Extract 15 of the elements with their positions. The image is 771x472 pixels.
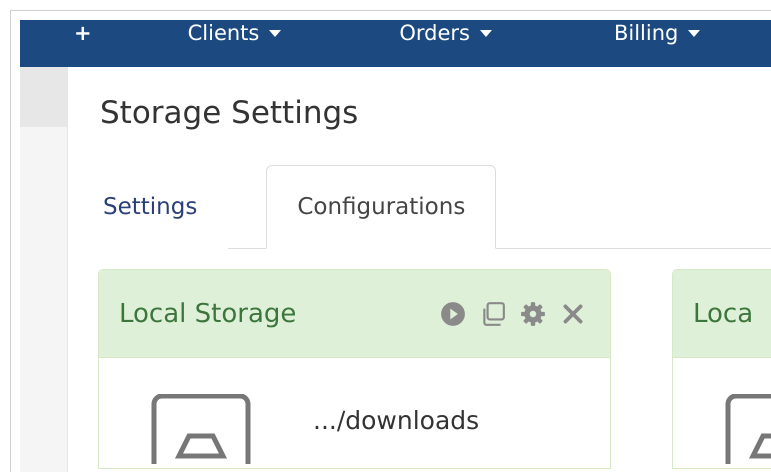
card-title: Local Storage <box>119 298 296 328</box>
add-menu[interactable]: + <box>74 20 92 46</box>
settings-icon[interactable] <box>520 300 546 326</box>
caret-icon <box>688 30 700 36</box>
play-icon[interactable] <box>440 300 466 326</box>
nav-menu[interactable]: Clients <box>188 20 282 46</box>
caret-icon <box>480 30 492 36</box>
tab[interactable]: Configurations <box>266 165 496 249</box>
page-title: Storage Settings <box>100 95 360 131</box>
drive-icon <box>151 394 251 464</box>
caret-icon <box>269 30 282 36</box>
nav-menu[interactable]: Billing <box>614 20 700 46</box>
storage-path: .../downloads <box>313 406 480 435</box>
card-title: Loca <box>693 298 754 328</box>
nav-menu[interactable]: Orders <box>399 20 492 46</box>
